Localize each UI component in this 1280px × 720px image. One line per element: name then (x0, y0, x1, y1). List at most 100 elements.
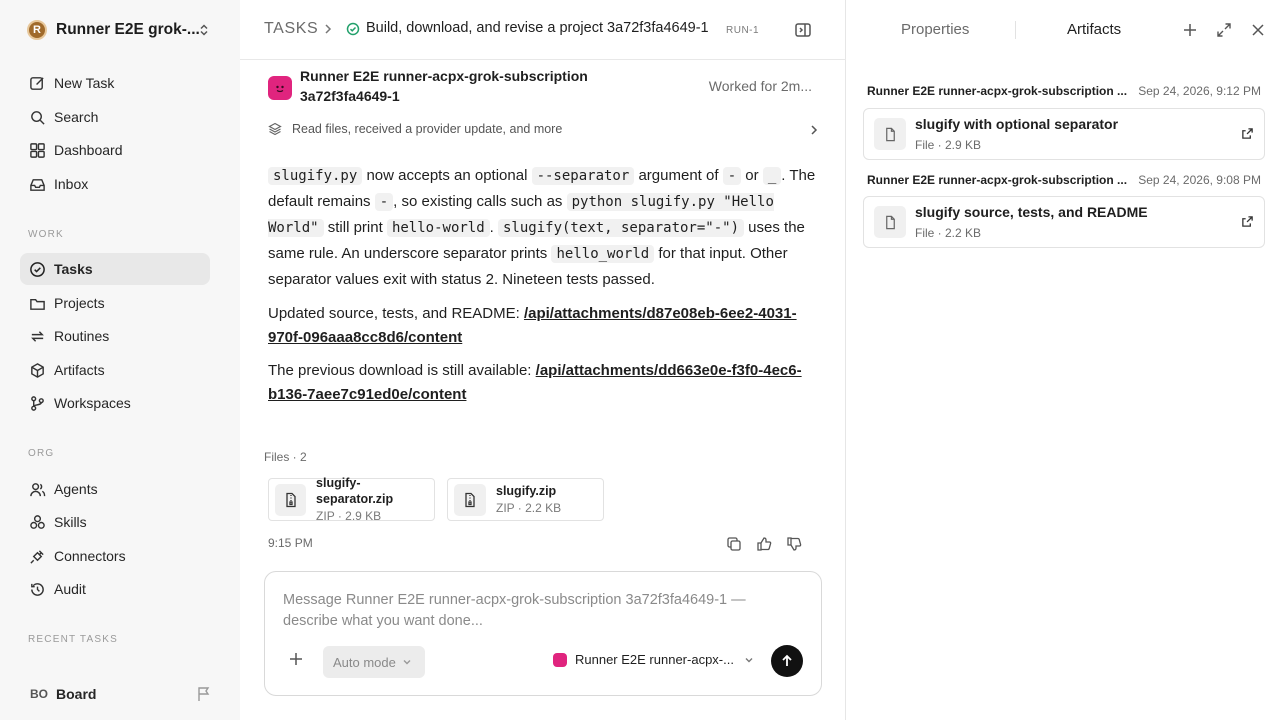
file-icon (874, 118, 906, 150)
artifact-card[interactable]: slugify source, tests, and README File ·… (863, 196, 1265, 248)
file-name: slugify-separator.zip (316, 476, 394, 506)
plug-icon (27, 546, 47, 566)
nav-label: Connectors (54, 548, 126, 564)
thumbs-up-icon[interactable] (754, 534, 774, 554)
artifact-group-date: Sep 24, 2026, 9:08 PM (1138, 173, 1261, 187)
plus-icon[interactable] (1180, 20, 1200, 40)
cube-icon (27, 360, 47, 380)
artifacts-panel: Properties Artifacts Runner E2E runner-a… (847, 0, 1280, 720)
activity-summary-text: Read files, received a provider update, … (292, 122, 563, 136)
nav-label: Inbox (54, 176, 89, 192)
run-badge: RUN-1 (726, 25, 760, 36)
agent-select[interactable]: Runner E2E runner-acpx-... (553, 652, 754, 667)
mode-select-value: Auto mode (333, 654, 396, 670)
task-header: TASKS Build, download, and revise a proj… (240, 0, 846, 60)
artifact-group-header: Runner E2E runner-acpx-grok-subscription… (867, 173, 1261, 189)
nav-label: Artifacts (54, 362, 105, 378)
chevron-right-icon (322, 23, 334, 35)
agent-avatar (553, 652, 567, 667)
compose-icon (27, 73, 47, 93)
nav-dashboard[interactable]: Dashboard (20, 134, 210, 166)
nav-tasks[interactable]: Tasks (20, 253, 210, 285)
artifact-group-title: Runner E2E runner-acpx-grok-subscription… (867, 84, 1128, 98)
chevron-right-icon (808, 124, 820, 136)
nav-search[interactable]: Search (20, 101, 210, 133)
nav-audit[interactable]: Audit (20, 573, 210, 605)
artifact-card[interactable]: slugify with optional separator File · 2… (863, 108, 1265, 160)
message-timestamp: 9:15 PM (268, 536, 313, 550)
history-icon (27, 579, 47, 599)
message-paragraph: The previous download is still available… (268, 359, 816, 407)
worked-duration[interactable]: Worked for 2m... (709, 78, 812, 94)
branch-icon (27, 393, 47, 413)
paragraph-text: now accepts an optional (362, 167, 532, 184)
user-name: Board (56, 686, 97, 702)
paragraph-text: or (741, 167, 763, 184)
message-body: slugify.py now accepts an optional --sep… (268, 163, 816, 416)
nav-workspaces[interactable]: Workspaces (20, 387, 210, 419)
nav-label: Agents (54, 481, 98, 497)
inline-code: slugify.py (268, 167, 363, 185)
breadcrumb-tasks[interactable]: TASKS (264, 20, 318, 38)
inline-code: hello-world (386, 219, 490, 237)
activity-summary[interactable]: Read files, received a provider update, … (268, 121, 820, 139)
inline-code: --separator (531, 167, 635, 185)
agent-select-value: Runner E2E runner-acpx-... (575, 652, 734, 667)
chevron-up-down-icon (197, 23, 211, 37)
task-thread: TASKS Build, download, and revise a proj… (240, 0, 846, 720)
copy-icon[interactable] (724, 534, 744, 554)
close-icon[interactable] (1248, 20, 1268, 40)
tab-artifacts[interactable]: Artifacts (1067, 21, 1121, 38)
external-link-icon[interactable] (1241, 215, 1254, 228)
tab-properties[interactable]: Properties (901, 21, 969, 38)
plus-icon[interactable] (289, 652, 303, 666)
send-button[interactable] (771, 645, 803, 677)
file-meta: ZIP · 2.2 KB (496, 501, 562, 515)
inline-code: slugify(text, separator="-") (498, 219, 745, 237)
section-label-work: WORK (28, 229, 64, 240)
artifact-group-header: Runner E2E runner-acpx-grok-subscription… (867, 84, 1261, 100)
nav-new-task[interactable]: New Task (20, 67, 210, 99)
flag-icon[interactable] (196, 686, 212, 702)
file-attachment[interactable]: slugify.zip ZIP · 2.2 KB (447, 478, 604, 521)
inbox-icon (27, 174, 47, 194)
nav-routines[interactable]: Routines (20, 320, 210, 352)
external-link-icon[interactable] (1241, 127, 1254, 140)
message-composer: Message Runner E2E runner-acpx-grok-subs… (264, 571, 822, 696)
paragraph-text: argument of (634, 167, 723, 184)
inline-code: - (374, 193, 394, 211)
users-icon (27, 479, 47, 499)
paragraph-text: . (489, 219, 498, 236)
workspace-switcher[interactable]: R Runner E2E grok-... (27, 19, 213, 41)
thumbs-down-icon[interactable] (784, 534, 804, 554)
user-menu[interactable]: BO Board (20, 680, 216, 708)
artifact-group-date: Sep 24, 2026, 9:12 PM (1138, 84, 1261, 98)
agent-avatar (268, 76, 292, 100)
expand-icon[interactable] (1214, 20, 1234, 40)
layers-icon (268, 122, 282, 136)
mode-select[interactable]: Auto mode (323, 646, 425, 678)
folder-icon (27, 293, 47, 313)
file-icon (874, 206, 906, 238)
paragraph-text: still print (323, 219, 387, 236)
search-icon (27, 107, 47, 127)
file-attachment[interactable]: slugify-separator.zip ZIP · 2.9 KB (268, 476, 435, 523)
nav-label: Routines (54, 328, 110, 344)
chevron-down-icon (744, 655, 754, 665)
nav-connectors[interactable]: Connectors (20, 540, 210, 572)
paragraph-text: , so existing calls such as (393, 193, 567, 210)
nav-skills[interactable]: Skills (20, 506, 210, 538)
nav-agents[interactable]: Agents (20, 473, 210, 505)
nav-artifacts[interactable]: Artifacts (20, 354, 210, 386)
zip-file-icon (275, 483, 307, 516)
arrow-up-icon (782, 654, 792, 666)
message-paragraph: Updated source, tests, and README: /api/… (268, 302, 816, 350)
dashboard-icon (27, 140, 47, 160)
file-meta: ZIP · 2.9 KB (316, 509, 382, 523)
paragraph-text: Updated source, tests, and README: (268, 305, 524, 322)
nav-inbox[interactable]: Inbox (20, 168, 210, 200)
panel-toggle-icon[interactable] (794, 21, 812, 39)
message-input[interactable]: Message Runner E2E runner-acpx-grok-subs… (283, 590, 783, 632)
nav-projects[interactable]: Projects (20, 287, 210, 319)
tab-divider (1015, 21, 1016, 39)
